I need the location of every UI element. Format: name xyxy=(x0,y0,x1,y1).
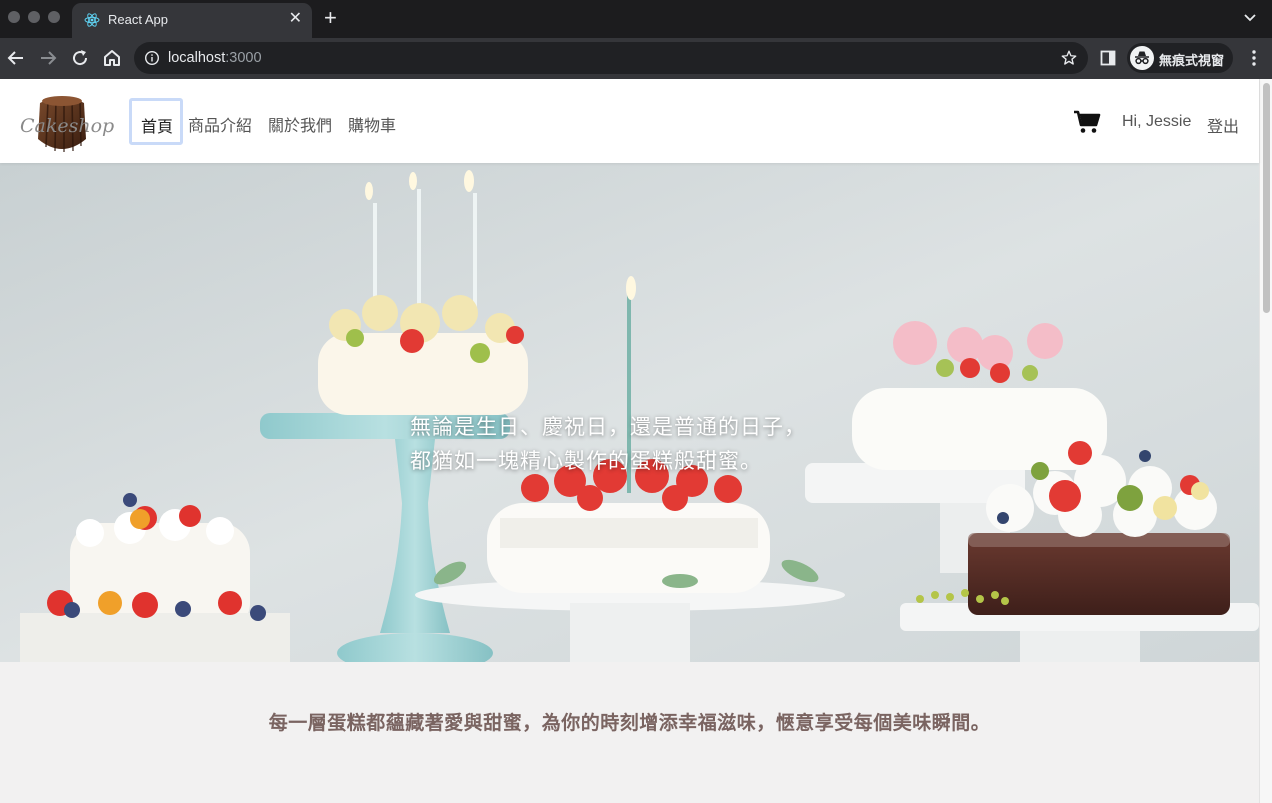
address-bar[interactable]: localhost:3000 xyxy=(134,42,1088,74)
incognito-badge[interactable]: 無痕式視窗 xyxy=(1127,43,1233,73)
back-arrow-icon[interactable] xyxy=(4,46,28,70)
scrollbar-thumb[interactable] xyxy=(1263,83,1270,313)
logo-wordmark: Cakeshop xyxy=(20,115,115,137)
home-icon[interactable] xyxy=(100,46,124,70)
browser-toolbar: localhost:3000 無痕式視窗 xyxy=(0,38,1272,79)
url-text: localhost:3000 xyxy=(168,50,262,66)
reload-icon[interactable] xyxy=(68,46,92,70)
page-viewport: Cakeshop 首頁 商品介紹 關於我們 購物車 Hi, Jessie 登出 xyxy=(0,79,1272,803)
window-zoom-dot[interactable] xyxy=(48,11,60,23)
more-menu-icon[interactable] xyxy=(1246,48,1262,68)
window-close-dot[interactable] xyxy=(8,11,20,23)
tab-close-icon[interactable]: ✕ xyxy=(289,9,302,29)
site-logo[interactable]: Cakeshop xyxy=(18,89,114,157)
user-greeting[interactable]: Hi, Jessie xyxy=(1122,113,1191,131)
logout-link[interactable]: 登出 xyxy=(1207,113,1239,137)
window-minimize-dot[interactable] xyxy=(28,11,40,23)
tab-title: React App xyxy=(108,12,168,27)
hero-line-1: 無論是生日、慶祝日，還是普通的日子， xyxy=(410,416,806,439)
nav-link-home-label: 首頁 xyxy=(141,119,174,136)
nav-link-home[interactable]: 首頁 xyxy=(129,98,183,145)
page-scrollbar[interactable] xyxy=(1259,79,1272,803)
nav-link-about[interactable]: 關於我們 xyxy=(268,112,332,136)
nav-link-products[interactable]: 商品介紹 xyxy=(188,112,252,136)
site-navbar: Cakeshop 首頁 商品介紹 關於我們 購物車 Hi, Jessie 登出 xyxy=(0,79,1259,163)
tab-search-chevron-icon[interactable] xyxy=(1242,9,1258,25)
hero-line-2: 都猶如一塊精心製作的蛋糕般甜蜜。 xyxy=(410,450,762,473)
hero-caption: 無論是生日、慶祝日，還是普通的日子， 都猶如一塊精心製作的蛋糕般甜蜜。 xyxy=(410,411,806,479)
hero-banner: 無論是生日、慶祝日，還是普通的日子， 都猶如一塊精心製作的蛋糕般甜蜜。 xyxy=(0,163,1259,662)
nav-link-cart[interactable]: 購物車 xyxy=(348,112,396,136)
cart-icon[interactable] xyxy=(1073,110,1101,134)
bookmark-star-icon[interactable] xyxy=(1060,49,1078,67)
incognito-icon xyxy=(1130,46,1154,70)
new-tab-icon[interactable]: + xyxy=(324,6,337,30)
tab-strip: React App ✕ + xyxy=(0,0,1272,38)
browser-tab[interactable]: React App ✕ xyxy=(72,3,312,38)
brand-tagline: 每一層蛋糕都蘊藏著愛與甜蜜，為你的時刻增添幸福滋味，愜意享受每個美味瞬間。 xyxy=(268,713,991,734)
react-logo-icon xyxy=(84,13,100,27)
incognito-label: 無痕式視窗 xyxy=(1159,53,1225,68)
site-info-icon[interactable] xyxy=(144,50,160,66)
forward-arrow-icon[interactable] xyxy=(36,46,60,70)
browser-chrome: React App ✕ + localhost:3000 無痕式視窗 xyxy=(0,0,1272,79)
side-panel-icon[interactable] xyxy=(1100,50,1116,66)
